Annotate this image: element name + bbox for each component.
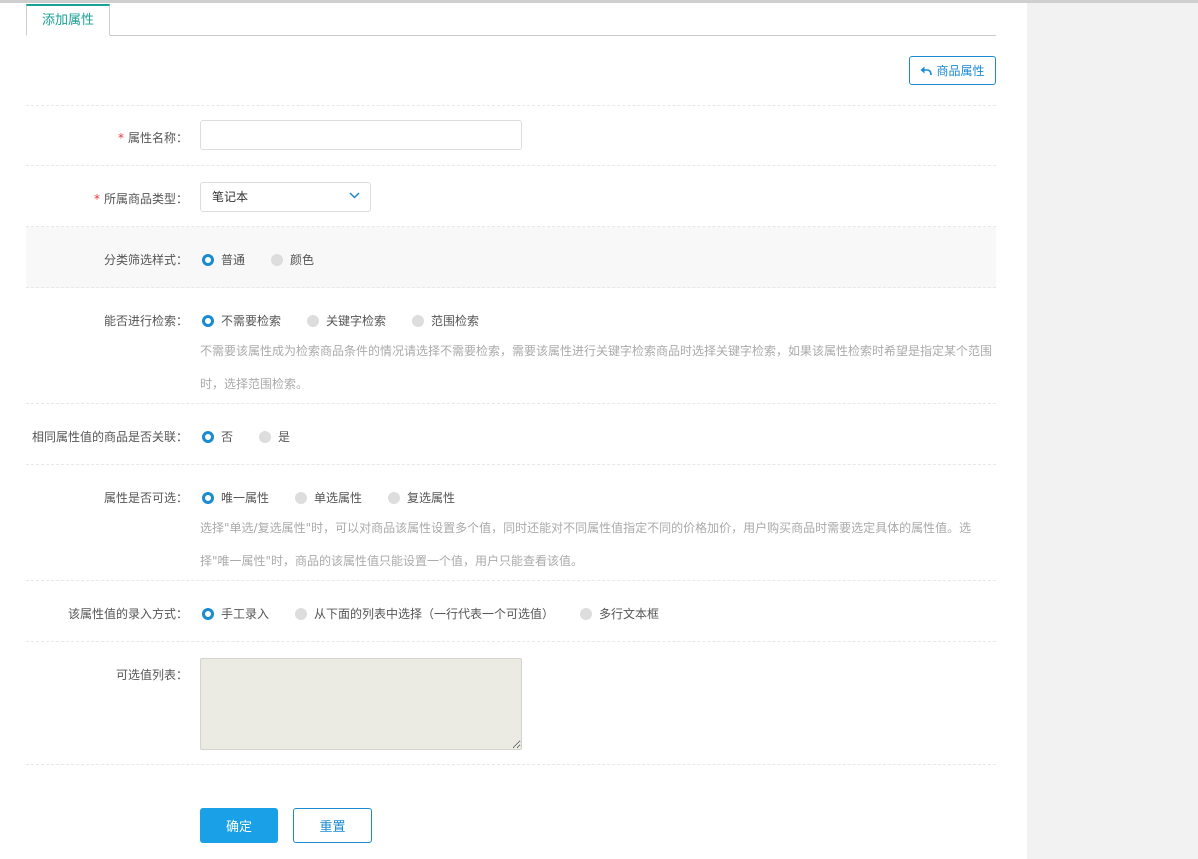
main-panel: 添加属性 商品属性 * 属性名称： * 所属商品类型： 笔记本 分类筛选样式： 普通… [0,3,1027,859]
radio-checked-icon [202,314,214,327]
search-hint: 不需要该属性成为检索商品条件的情况请选择不需要检索，需要该属性进行关键字检索商品… [200,344,993,391]
return-arrow-icon [920,66,933,75]
attribute-name-input[interactable] [200,120,522,150]
selectable-hint: 选择"单选/复选属性"时，可以对商品该属性设置多个值，同时还能对不同属性值指定不… [200,521,972,568]
selectable-radio-group: 唯一属性 单选属性 复选属性 [202,489,481,506]
radio-input-manual[interactable]: 手工录入 [202,605,269,622]
radio-linked-yes[interactable]: 是 [259,428,290,445]
values-list-label: 可选值列表： [115,668,188,682]
radio-selectable-single[interactable]: 单选属性 [295,489,362,506]
row-values-list: 可选值列表： [26,642,996,765]
radio-search-none[interactable]: 不需要检索 [202,312,281,329]
radio-unchecked-icon [307,314,320,327]
row-filter-style: 分类筛选样式： 普通 颜色 [26,227,996,288]
row-search: 能否进行检索： 不需要检索 关键字检索 范围检索 不需要该属性成为检索商品条件的… [26,288,996,404]
radio-unchecked-icon [259,430,272,443]
tab-bar: 添加属性 [26,4,996,36]
radio-selectable-multi[interactable]: 复选属性 [388,489,455,506]
radio-filter-normal[interactable]: 普通 [202,251,245,268]
radio-input-list[interactable]: 从下面的列表中选择（一行代表一个可选值） [295,605,554,622]
radio-unchecked-icon [580,607,593,620]
radio-linked-no[interactable]: 否 [202,428,233,445]
goods-type-label: * 所属商品类型： [93,192,188,206]
radio-unchecked-icon [271,253,284,266]
radio-input-multiline[interactable]: 多行文本框 [580,605,659,622]
search-label: 能否进行检索： [103,314,188,328]
radio-filter-color[interactable]: 颜色 [271,251,314,268]
row-input-mode: 该属性值的录入方式： 手工录入 从下面的列表中选择（一行代表一个可选值） 多行文… [26,581,996,642]
required-mark: * [117,131,124,145]
row-goods-type: * 所属商品类型： 笔记本 [26,166,996,227]
reset-button[interactable]: 重置 [293,808,372,843]
radio-unchecked-icon [295,607,308,620]
input-mode-label: 该属性值的录入方式： [67,607,188,621]
row-attribute-name: * 属性名称： [26,105,996,166]
confirm-button[interactable]: 确定 [200,808,278,843]
chevron-down-icon [349,192,360,199]
radio-search-range[interactable]: 范围检索 [412,312,479,329]
values-list-textarea [200,658,522,750]
radio-checked-icon [202,607,214,620]
linked-radio-group: 否 是 [202,428,316,445]
radio-unchecked-icon [295,491,308,504]
filter-style-label: 分类筛选样式： [103,253,188,267]
row-linked: 相同属性值的商品是否关联： 否 是 [26,404,996,465]
tab-add-attribute[interactable]: 添加属性 [26,4,111,36]
radio-unchecked-icon [412,314,425,327]
radio-search-keyword[interactable]: 关键字检索 [307,312,386,329]
row-selectable: 属性是否可选： 唯一属性 单选属性 复选属性 选择"单选/复选属性"时，可以对商… [26,465,996,581]
goods-type-select[interactable]: 笔记本 [200,182,371,212]
radio-checked-icon [202,430,214,443]
back-to-attributes-button[interactable]: 商品属性 [909,56,996,85]
back-button-label: 商品属性 [936,64,985,78]
required-mark: * [93,192,100,206]
filter-style-radio-group: 普通 颜色 [202,251,340,268]
radio-unchecked-icon [388,491,401,504]
radio-checked-icon [202,253,214,266]
goods-type-selected: 笔记本 [212,190,249,204]
selectable-label: 属性是否可选： [103,491,188,505]
radio-selectable-unique[interactable]: 唯一属性 [202,489,269,506]
search-radio-group: 不需要检索 关键字检索 范围检索 [202,312,505,329]
input-mode-radio-group: 手工录入 从下面的列表中选择（一行代表一个可选值） 多行文本框 [202,605,685,622]
linked-label: 相同属性值的商品是否关联： [31,430,188,444]
radio-checked-icon [202,491,214,504]
attribute-name-label: * 属性名称： [117,131,188,145]
